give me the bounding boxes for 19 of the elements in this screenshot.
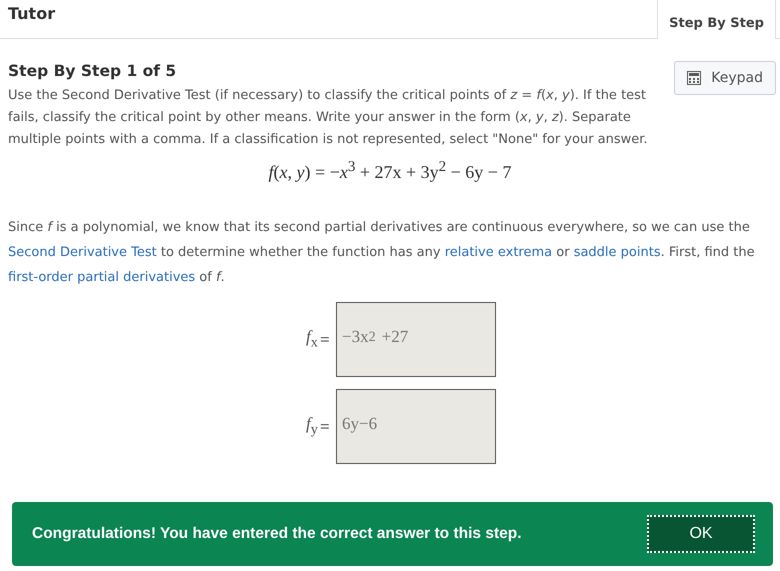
step-title: Step By Step 1 of 5 <box>8 61 176 80</box>
instructions-text: Use the Second Derivative Test (if necessary) to classify the critical points of z = f(x, y). If the test fails, classify the critical point by other means. Write your answer in the form (x, y, z). Separate multiple points with a comma. If a classification is not represented, select "None" for your answer. <box>8 87 649 149</box>
term-link[interactable]: Second Derivative Test <box>8 245 157 260</box>
explanation-text: Since f is a polynomial, we know that its second partial derivatives are continuous everywhere, so we can use the Second Derivative Test to determine whether the function has any relative extrema or saddle points. First, find the first-order partial derivatives of f. <box>8 219 756 287</box>
step-by-step-tab[interactable]: Step By Step <box>657 0 776 39</box>
equals-sign: = <box>320 416 331 436</box>
term-link[interactable]: relative extrema <box>444 245 552 260</box>
success-message: Congratulations! You have entered the correct answer to this step. <box>32 525 522 543</box>
function-formula: f(x, y) = −x$^{3}$ + 27x + 3y$^{2}$ − 6y − 7 <box>268 159 512 183</box>
answer-box[interactable]: 6y−6 <box>336 389 496 464</box>
derivative-label: f$_{x}$ <box>306 327 319 352</box>
keypad-button[interactable]: Keypad <box>674 61 776 95</box>
derivative-label: f$_{y}$ <box>306 414 319 439</box>
term-link[interactable]: saddle points <box>574 245 661 260</box>
calculator-icon <box>687 71 702 85</box>
term-link[interactable]: first-order partial derivatives <box>8 270 196 285</box>
ok-button[interactable]: OK <box>647 515 755 553</box>
equals-sign: = <box>320 330 331 350</box>
app-title: Tutor <box>7 3 56 25</box>
